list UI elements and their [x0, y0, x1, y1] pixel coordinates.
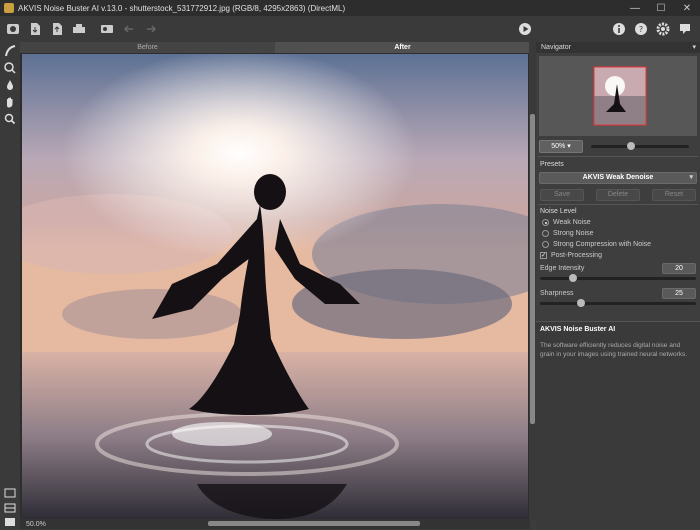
edge-intensity-row: Edge Intensity 20: [536, 261, 700, 275]
open-icon[interactable]: [26, 20, 44, 38]
radio-button[interactable]: [542, 241, 549, 248]
sharpness-slider[interactable]: [540, 299, 696, 307]
maximize-button[interactable]: ☐: [648, 0, 674, 16]
edge-intensity-knob[interactable]: [569, 274, 577, 282]
edge-intensity-slider[interactable]: [540, 274, 696, 282]
post-processing-label: Post-Processing: [551, 252, 602, 259]
radio-button[interactable]: [542, 230, 549, 237]
radio-label: Strong Noise: [553, 230, 594, 237]
save-icon[interactable]: [48, 20, 66, 38]
home-icon[interactable]: [4, 20, 22, 38]
app-icon: [4, 3, 14, 13]
title-bar: AKVIS Noise Buster AI v.13.0 - shutterst…: [0, 0, 700, 16]
reset-preset-button[interactable]: Reset: [652, 189, 696, 201]
help-icon[interactable]: ?: [632, 20, 650, 38]
horizontal-scroll-thumb[interactable]: [208, 521, 420, 526]
preset-dropdown[interactable]: AKVIS Weak Denoise ▾: [539, 172, 697, 184]
sharpness-row: Sharpness 25: [536, 286, 700, 300]
chevron-down-icon: ▾: [689, 174, 693, 181]
tab-before[interactable]: Before: [20, 42, 275, 53]
info-title: AKVIS Noise Buster AI: [540, 326, 616, 333]
sharpness-knob[interactable]: [577, 299, 585, 307]
hand-tool-icon[interactable]: [0, 93, 20, 110]
sharpness-value[interactable]: 25: [662, 287, 696, 299]
noise-level-label: Noise Level: [540, 208, 577, 215]
batch-icon[interactable]: [98, 20, 116, 38]
navigator-preview[interactable]: [539, 56, 697, 136]
tools-panel: [0, 42, 20, 529]
tab-after[interactable]: After: [275, 42, 530, 53]
crop-tool-icon[interactable]: [0, 42, 20, 59]
settings-icon[interactable]: [654, 20, 672, 38]
vertical-scroll-thumb[interactable]: [530, 114, 535, 424]
run-icon[interactable]: [516, 20, 534, 38]
radio-label: Strong Compression with Noise: [553, 241, 652, 248]
delete-preset-button[interactable]: Delete: [596, 189, 640, 201]
zoom-slider[interactable]: [591, 141, 689, 150]
info-icon[interactable]: [610, 20, 628, 38]
view-swap-icon[interactable]: [0, 513, 20, 530]
before-after-tabs: Before After: [20, 42, 530, 53]
zoom-dropdown[interactable]: 50% ▾: [539, 139, 583, 153]
zoom-slider-knob[interactable]: [627, 141, 635, 150]
radio-weak-noise[interactable]: Weak Noise: [536, 217, 700, 228]
navigator-header: Navigator ▾: [536, 42, 700, 53]
sharpness-label: Sharpness: [540, 289, 574, 297]
info-description: The software efficiently reduces digital…: [540, 342, 688, 358]
post-processing-checkbox[interactable]: ✓ Post-Processing: [536, 250, 700, 261]
window-title: AKVIS Noise Buster AI v.13.0 - shutterst…: [18, 3, 346, 13]
drop-tool-icon[interactable]: [0, 76, 20, 93]
notifications-icon[interactable]: [676, 20, 694, 38]
toolbar: ?: [0, 16, 700, 42]
vertical-scrollbar[interactable]: [529, 42, 536, 520]
minimize-button[interactable]: —: [622, 0, 648, 16]
undo-icon[interactable]: [120, 20, 138, 38]
presets-label: Presets: [540, 161, 564, 168]
photo-preview[interactable]: [22, 54, 528, 519]
navigator-zoom-row: 50% ▾: [536, 136, 700, 156]
navigator-title: Navigator: [541, 44, 571, 51]
zoom-readout: 50.0%: [26, 520, 46, 528]
radio-strong-compression[interactable]: Strong Compression with Noise: [536, 239, 700, 250]
edge-intensity-value[interactable]: 20: [662, 262, 696, 274]
preset-value: AKVIS Weak Denoise: [582, 174, 654, 181]
save-preset-button[interactable]: Save: [540, 189, 584, 201]
image-canvas: Before After: [20, 42, 530, 529]
radio-label: Weak Noise: [553, 219, 591, 226]
settings-panel: Navigator ▾ 50% ▾ Presets AKVIS Weak Deno…: [536, 42, 700, 529]
checkbox[interactable]: ✓: [540, 252, 547, 259]
close-button[interactable]: ✕: [674, 0, 700, 16]
redo-icon[interactable]: [142, 20, 160, 38]
svg-text:?: ?: [639, 25, 643, 34]
edge-intensity-label: Edge Intensity: [540, 264, 585, 272]
info-box: AKVIS Noise Buster AI The software effic…: [536, 321, 700, 529]
collapse-icon[interactable]: ▾: [692, 42, 696, 53]
preset-buttons: Save Delete Reset: [536, 186, 700, 204]
zoom-tool-icon[interactable]: [0, 110, 20, 127]
chromatic-tool-icon[interactable]: [0, 59, 20, 76]
radio-strong-noise[interactable]: Strong Noise: [536, 228, 700, 239]
print-icon[interactable]: [70, 20, 88, 38]
status-bar: 50.0%: [20, 519, 530, 529]
radio-button[interactable]: [542, 219, 549, 226]
